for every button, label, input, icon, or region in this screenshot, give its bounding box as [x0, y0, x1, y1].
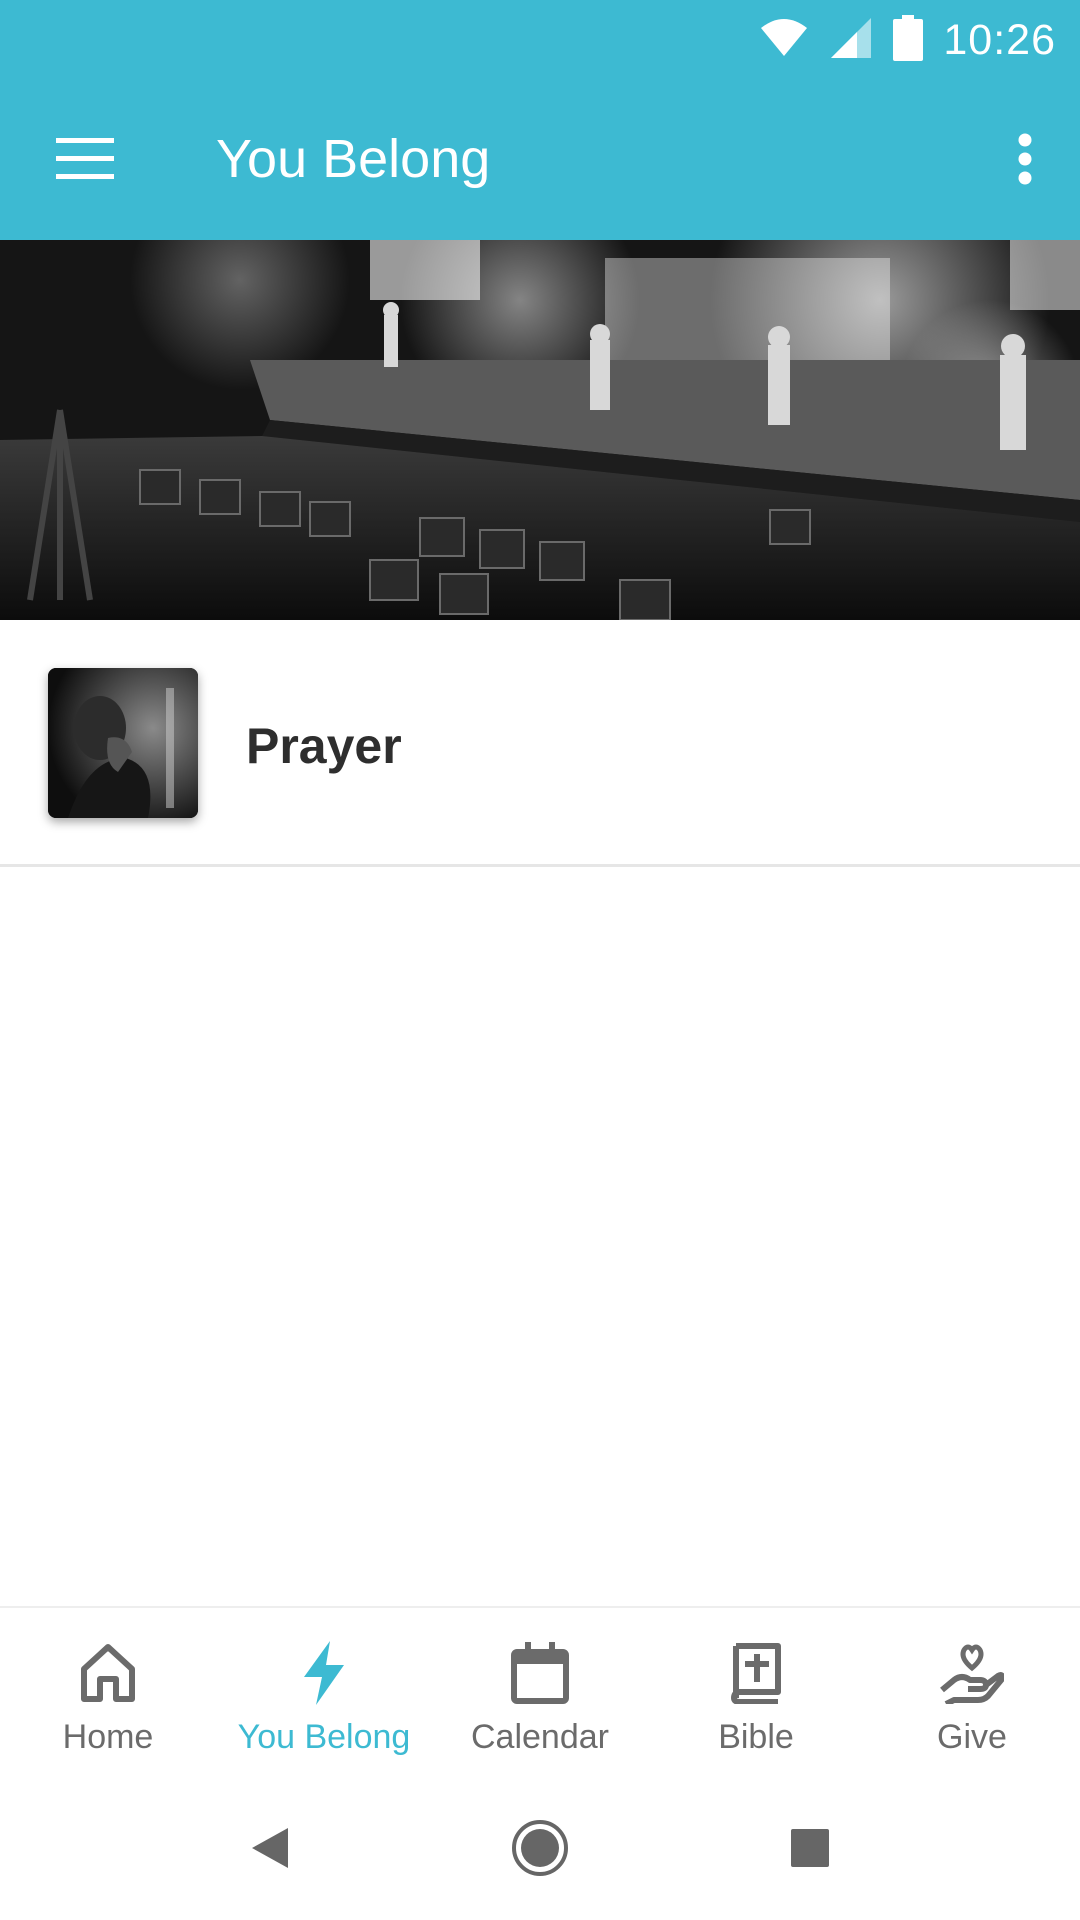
list-item-prayer[interactable]: Prayer [0, 620, 1080, 867]
more-vert-icon [1017, 133, 1033, 190]
app-bar: You Belong [0, 80, 1080, 240]
list-item-label: Prayer [246, 718, 402, 774]
prayer-photo [48, 668, 198, 818]
nav-label-you-belong: You Belong [237, 1718, 411, 1756]
home-circle-icon [511, 1819, 569, 1882]
nav-label-home: Home [62, 1718, 154, 1756]
wifi-icon [759, 18, 809, 63]
hero-banner-image[interactable] [0, 240, 1080, 620]
bible-icon [721, 1638, 791, 1708]
calendar-icon [505, 1638, 575, 1708]
nav-label-give: Give [937, 1718, 1007, 1756]
system-navigation-bar [0, 1780, 1080, 1920]
stage-photo [0, 240, 1080, 620]
prayer-thumbnail [48, 668, 198, 818]
nav-item-home[interactable]: Home [0, 1608, 216, 1782]
nav-item-give[interactable]: Give [864, 1608, 1080, 1782]
status-bar: 10:26 [0, 0, 1080, 80]
hamburger-menu-icon [56, 137, 114, 185]
home-system-button[interactable] [500, 1810, 580, 1890]
nav-label-calendar: Calendar [471, 1718, 609, 1756]
nav-label-bible: Bible [718, 1718, 794, 1756]
page-title: You Belong [216, 129, 491, 189]
give-heart-hand-icon [937, 1638, 1007, 1708]
nav-item-you-belong[interactable]: You Belong [216, 1608, 432, 1782]
back-button[interactable] [230, 1810, 310, 1890]
menu-button[interactable] [40, 116, 130, 206]
status-icons: 10:26 [759, 10, 1056, 70]
home-icon [73, 1638, 143, 1708]
bolt-icon [289, 1638, 359, 1708]
overflow-menu-button[interactable] [990, 116, 1060, 206]
nav-item-bible[interactable]: Bible [648, 1608, 864, 1782]
status-time: 10:26 [943, 15, 1056, 64]
back-icon [250, 1826, 290, 1875]
battery-icon [893, 14, 924, 66]
cell-signal-icon [829, 16, 873, 65]
bottom-navigation: Home You Belong Calendar Bible Give [0, 1606, 1080, 1782]
recents-button[interactable] [770, 1810, 850, 1890]
nav-item-calendar[interactable]: Calendar [432, 1608, 648, 1782]
recents-icon [791, 1828, 829, 1872]
